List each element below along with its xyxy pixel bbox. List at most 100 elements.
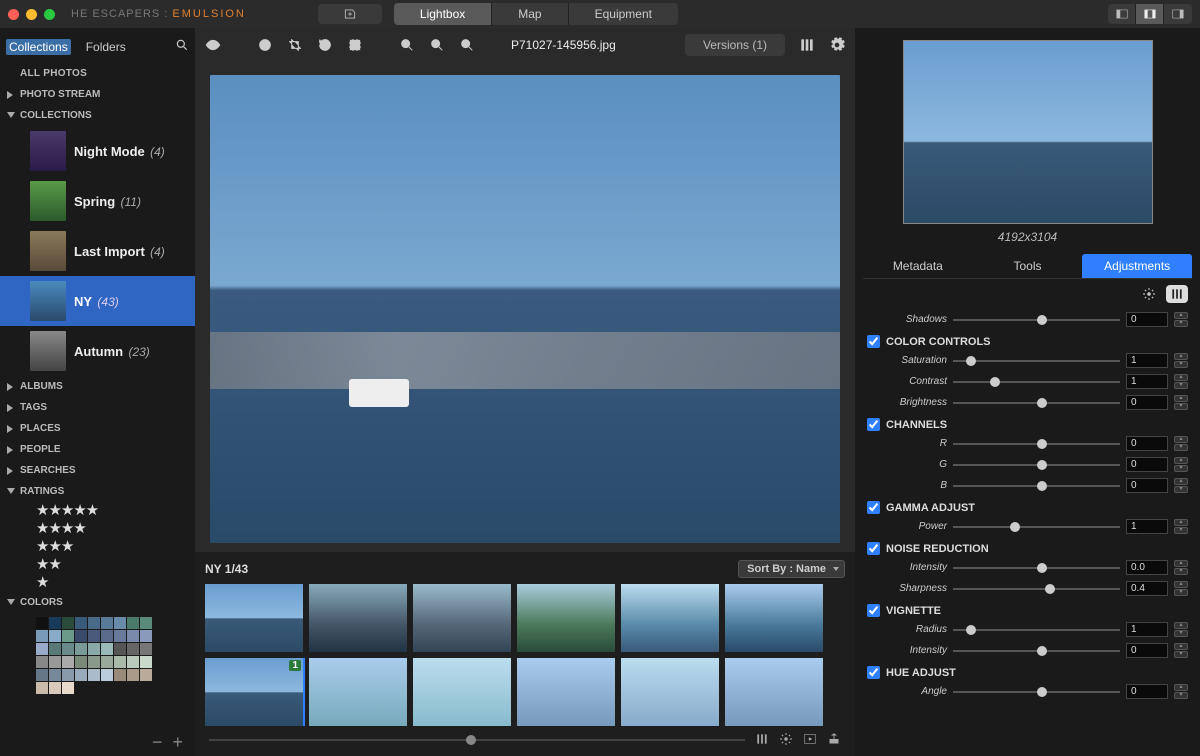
- color-swatches[interactable]: [0, 613, 165, 698]
- target-icon[interactable]: [257, 37, 273, 53]
- stepper[interactable]: ▴▾: [1174, 643, 1188, 658]
- slider-value[interactable]: [1126, 560, 1168, 575]
- slider-track[interactable]: [953, 644, 1120, 658]
- zoom-fit-icon[interactable]: [459, 37, 475, 53]
- tab-tools[interactable]: Tools: [973, 254, 1083, 278]
- thumb[interactable]: [621, 584, 719, 652]
- section-head[interactable]: COLOR CONTROLS: [865, 330, 1190, 350]
- slider-value[interactable]: [1126, 684, 1168, 699]
- stepper[interactable]: ▴▾: [1174, 519, 1188, 534]
- section-head[interactable]: HUE ADJUST: [865, 661, 1190, 681]
- minimize-icon[interactable]: [26, 9, 37, 20]
- thumb[interactable]: [309, 584, 407, 652]
- section-head[interactable]: GAMMA ADJUST: [865, 496, 1190, 516]
- straighten-icon[interactable]: [347, 37, 363, 53]
- tab-lightbox[interactable]: Lightbox: [394, 3, 492, 25]
- slider-track[interactable]: [953, 520, 1120, 534]
- stepper[interactable]: ▴▾: [1174, 478, 1188, 493]
- rating-1[interactable]: ★: [0, 574, 195, 592]
- stepper[interactable]: ▴▾: [1174, 374, 1188, 389]
- slider-track[interactable]: [953, 354, 1120, 368]
- slider-value[interactable]: [1126, 436, 1168, 451]
- thumb[interactable]: [725, 584, 823, 652]
- slider-track[interactable]: [953, 685, 1120, 699]
- stepper[interactable]: ▴▾: [1174, 581, 1188, 596]
- slider-value[interactable]: [1126, 395, 1168, 410]
- slider-track[interactable]: [953, 582, 1120, 596]
- play-icon[interactable]: [803, 732, 817, 749]
- maximize-icon[interactable]: [44, 9, 55, 20]
- sidebar-tags[interactable]: TAGS: [0, 397, 195, 418]
- slider-value[interactable]: [1126, 519, 1168, 534]
- sidebar-tab-folders[interactable]: Folders: [83, 39, 129, 55]
- sidebar-colors[interactable]: COLORS: [0, 592, 195, 613]
- tab-metadata[interactable]: Metadata: [863, 254, 973, 278]
- thumb-selected[interactable]: 1: [205, 658, 303, 726]
- slider-value[interactable]: [1126, 581, 1168, 596]
- sliders-icon[interactable]: [799, 37, 815, 53]
- stepper[interactable]: ▴▾: [1174, 457, 1188, 472]
- add-button[interactable]: +: [172, 732, 183, 753]
- rating-5[interactable]: ★★★★★: [0, 502, 195, 520]
- stepper[interactable]: ▴▾: [1174, 560, 1188, 575]
- zoom-out-icon[interactable]: [399, 37, 415, 53]
- thumb[interactable]: [621, 658, 719, 726]
- slider-track[interactable]: [953, 313, 1120, 327]
- stepper[interactable]: ▴▾: [1174, 622, 1188, 637]
- thumb[interactable]: [413, 584, 511, 652]
- slider-track[interactable]: [953, 561, 1120, 575]
- layout-both-icon[interactable]: [1136, 4, 1164, 24]
- stepper[interactable]: ▴▾: [1174, 684, 1188, 699]
- rotate-icon[interactable]: [317, 37, 333, 53]
- slider-value[interactable]: [1126, 478, 1168, 493]
- slider-track[interactable]: [953, 437, 1120, 451]
- gear-icon[interactable]: [779, 732, 793, 749]
- layout-left-icon[interactable]: [1108, 4, 1136, 24]
- stepper[interactable]: ▴▾: [1174, 353, 1188, 368]
- slider-track[interactable]: [953, 375, 1120, 389]
- slider-value[interactable]: [1126, 353, 1168, 368]
- slider-track[interactable]: [953, 458, 1120, 472]
- section-head[interactable]: CHANNELS: [865, 413, 1190, 433]
- sidebar-places[interactable]: PLACES: [0, 418, 195, 439]
- remove-button[interactable]: −: [152, 732, 163, 753]
- gear-icon[interactable]: [1138, 285, 1160, 303]
- thumb[interactable]: [725, 658, 823, 726]
- collection-night-mode[interactable]: Night Mode (4): [0, 126, 195, 176]
- sidebar-tab-collections[interactable]: Collections: [6, 39, 71, 55]
- slider-value[interactable]: [1126, 312, 1168, 327]
- sidebar-albums[interactable]: ALBUMS: [0, 376, 195, 397]
- collection-autumn[interactable]: Autumn (23): [0, 326, 195, 376]
- slider-value[interactable]: [1126, 374, 1168, 389]
- close-icon[interactable]: [8, 9, 19, 20]
- sliders-icon[interactable]: [1166, 285, 1188, 303]
- slider-track[interactable]: [953, 623, 1120, 637]
- tab-equipment[interactable]: Equipment: [569, 3, 678, 25]
- slider-track[interactable]: [953, 479, 1120, 493]
- thumb-size-slider[interactable]: [209, 739, 745, 741]
- share-icon[interactable]: [827, 732, 841, 749]
- sidebar-photo-stream[interactable]: PHOTO STREAM: [0, 84, 195, 105]
- crop-icon[interactable]: [287, 37, 303, 53]
- stepper[interactable]: ▴▾: [1174, 395, 1188, 410]
- thumb[interactable]: [517, 584, 615, 652]
- layout-right-icon[interactable]: [1164, 4, 1192, 24]
- collection-last-import[interactable]: Last Import (4): [0, 226, 195, 276]
- sidebar-people[interactable]: PEOPLE: [0, 439, 195, 460]
- section-head[interactable]: VIGNETTE: [865, 599, 1190, 619]
- search-icon[interactable]: [175, 38, 189, 55]
- tab-adjustments[interactable]: Adjustments: [1082, 254, 1192, 278]
- slider-track[interactable]: [953, 396, 1120, 410]
- section-head[interactable]: NOISE REDUCTION: [865, 537, 1190, 557]
- thumb[interactable]: [413, 658, 511, 726]
- sidebar-collections-head[interactable]: COLLECTIONS: [0, 105, 195, 126]
- zoom-in-icon[interactable]: [429, 37, 445, 53]
- thumb[interactable]: [517, 658, 615, 726]
- slider-value[interactable]: [1126, 457, 1168, 472]
- rating-4[interactable]: ★★★★: [0, 520, 195, 538]
- rating-3[interactable]: ★★★: [0, 538, 195, 556]
- collection-ny[interactable]: NY (43): [0, 276, 195, 326]
- sort-dropdown[interactable]: Sort By : Name: [738, 560, 845, 578]
- sidebar-all-photos[interactable]: ALL PHOTOS: [0, 63, 195, 84]
- import-button[interactable]: [318, 4, 382, 24]
